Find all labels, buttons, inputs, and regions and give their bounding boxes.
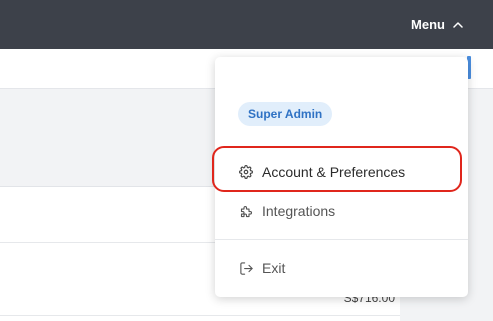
gear-icon: [238, 164, 254, 180]
exit-icon: [238, 260, 254, 276]
puzzle-icon: [238, 203, 254, 219]
row-divider: [0, 315, 400, 316]
menu-divider: [215, 239, 468, 240]
menu-item-label: Integrations: [262, 203, 336, 219]
menu-item-exit[interactable]: Exit: [215, 253, 468, 283]
menu-label: Menu: [411, 17, 445, 32]
menu-toggle-button[interactable]: Menu: [411, 17, 463, 32]
menu-item-label: Exit: [262, 260, 286, 276]
menu-item-integrations[interactable]: Integrations: [215, 196, 468, 226]
chevron-up-icon: [453, 22, 463, 28]
role-badge: Super Admin: [238, 102, 333, 126]
user-menu-dropdown: Super Admin Account & Preferences Integr…: [215, 57, 468, 297]
menu-item-account-preferences[interactable]: Account & Preferences: [215, 157, 468, 187]
top-navigation-bar: Menu: [0, 0, 493, 49]
menu-item-label: Account & Preferences: [262, 164, 406, 180]
